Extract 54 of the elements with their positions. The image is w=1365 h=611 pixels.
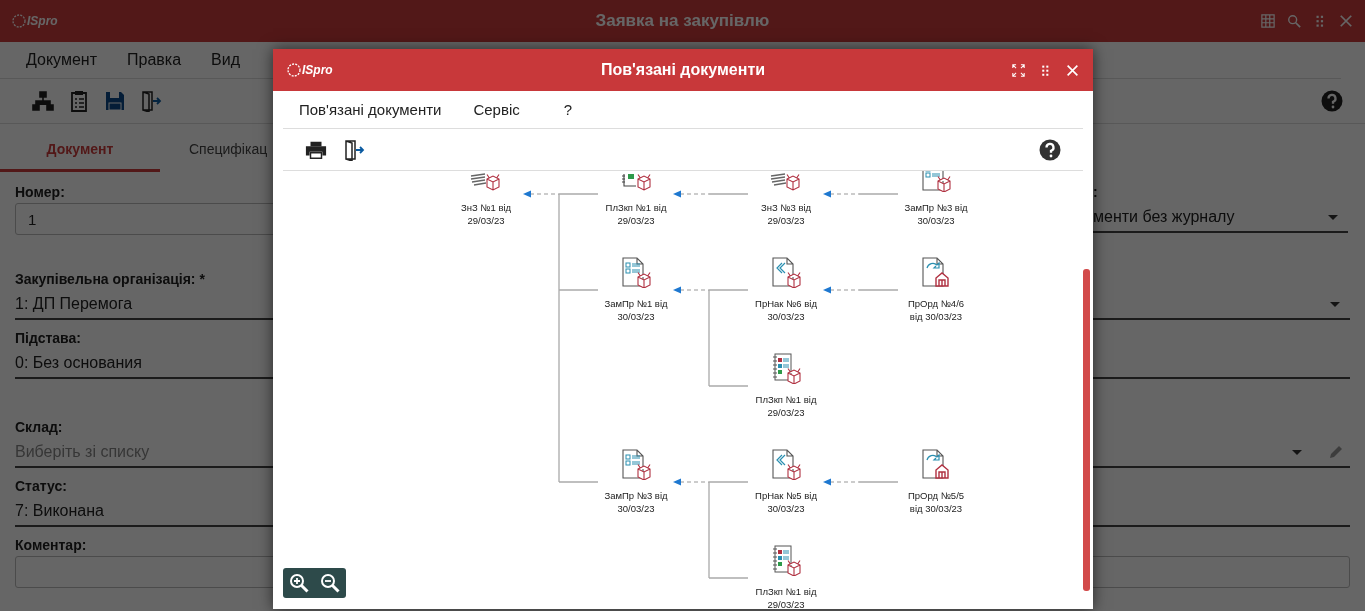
- menu-item[interactable]: Пов'язані документи: [299, 101, 442, 118]
- field-label: Склад:: [15, 419, 63, 435]
- hierarchy-icon[interactable]: [32, 90, 54, 112]
- field-value: 1: ДП Перемога: [15, 295, 133, 313]
- node-label: ПрНак №5 від 30/03/23: [755, 489, 817, 515]
- node-label: ПлЗкп №1 від 29/03/23: [755, 393, 817, 419]
- field-label: Підстава:: [15, 330, 81, 346]
- menu-item[interactable]: Вид: [211, 51, 240, 69]
- node-label: ЗамПр №3 від 30/03/23: [604, 489, 668, 515]
- field-label: Закупівельна організація: *: [15, 271, 205, 287]
- menu-item[interactable]: Правка: [127, 51, 182, 69]
- tab[interactable]: Документ: [0, 141, 160, 172]
- node-label: ПрОрд №5/5 від 30/03/23: [907, 489, 965, 515]
- document-box-icon[interactable]: [769, 448, 803, 480]
- field-value: 7: Виконана: [15, 502, 104, 520]
- zoom-out-icon: [320, 573, 341, 593]
- zoom-in-icon: [288, 573, 309, 593]
- save-icon[interactable]: [104, 90, 126, 112]
- dialog-title: Пов'язані документи: [600, 61, 766, 79]
- node-label: ПрНак №6 від 30/03/23: [755, 297, 817, 323]
- close-icon[interactable]: [1066, 63, 1079, 77]
- logo: ISpro: [12, 14, 58, 28]
- logo: ISpro: [287, 63, 333, 77]
- form-box-icon[interactable]: [619, 256, 653, 288]
- node-label: ПлЗкп №1 від 29/03/23: [755, 585, 817, 609]
- node-label: ПрОрд №4/6 від 30/03/23: [907, 297, 965, 323]
- field-value: менти без журналу: [1093, 208, 1235, 226]
- scrollbar[interactable]: [1083, 269, 1090, 591]
- help-icon[interactable]: [1039, 138, 1061, 161]
- form-box-icon[interactable]: [619, 448, 653, 480]
- window-title: Заявка на закупівлю: [595, 11, 770, 31]
- menu-item[interactable]: Документ: [26, 51, 97, 69]
- field-label: :: [1093, 184, 1098, 200]
- dropdown-arrow-icon[interactable]: [1292, 449, 1302, 455]
- field-value: 0: Без основания: [15, 354, 142, 372]
- menu-item[interactable]: ?: [563, 101, 573, 118]
- dropdown-arrow-icon[interactable]: [1328, 214, 1338, 220]
- expand-icon[interactable]: [1012, 63, 1025, 77]
- node-label: ПлЗкп №1 від 29/03/23: [605, 201, 667, 227]
- node-label: ЗамПр №3 від 30/03/23: [904, 201, 968, 227]
- search-icon[interactable]: [1287, 14, 1301, 28]
- node-label: ЗнЗ №3 від 29/03/23: [760, 201, 812, 227]
- menu-item[interactable]: Сервіс: [473, 101, 520, 118]
- dropdown-arrow-icon[interactable]: [1330, 301, 1340, 307]
- field-label: Статус:: [15, 478, 67, 494]
- close-icon[interactable]: [1339, 14, 1353, 28]
- exit-icon[interactable]: [343, 138, 365, 161]
- field-label: Номер:: [15, 184, 65, 200]
- tab[interactable]: Специфікац: [160, 141, 268, 172]
- document-box-icon[interactable]: [769, 256, 803, 288]
- node-label: ЗнЗ №1 від 29/03/23: [460, 201, 512, 227]
- clipboard-icon[interactable]: [68, 90, 90, 112]
- field-label: Коментар:: [15, 537, 87, 553]
- node-label: ЗамПр №1 від 30/03/23: [604, 297, 668, 323]
